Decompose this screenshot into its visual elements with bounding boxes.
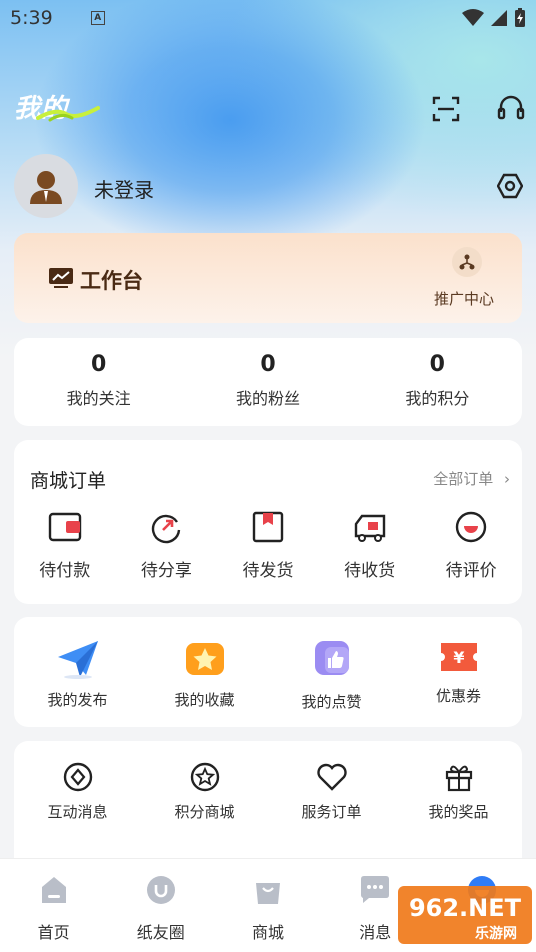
share-icon [152,514,181,544]
mall-orders-card: 商城订单 全部订单 › 待付款 待分享 待发货 待收货 待评价 [14,440,522,604]
tool-my-favorites[interactable]: 我的收藏 [141,617,268,727]
coupon-icon: ¥ [440,643,477,671]
tool-my-posts[interactable]: 我的发布 [14,617,141,727]
sim-icon: A [90,11,105,25]
star-circle-icon [190,762,219,792]
orders-title: 商城订单 [30,470,107,492]
tab-mall[interactable]: 商城 [214,859,321,952]
my-tools-card: 我的发布 我的收藏 我的点赞 ¥ 优惠券 [14,617,522,727]
stat-value: 0 [260,352,276,377]
headset-icon[interactable] [494,92,528,124]
service-interactive-messages[interactable]: 互动消息 [14,761,141,822]
service-my-prizes[interactable]: 我的奖品 [395,761,522,822]
tab-label: 首页 [37,923,70,942]
chart-monitor-icon [49,268,73,288]
tool-label: 我的收藏 [174,691,235,709]
order-pending-review[interactable]: 待评价 [420,510,522,581]
service-label: 互动消息 [47,803,108,821]
all-orders-label: 全部订单 [433,470,494,488]
tool-my-likes[interactable]: 我的点赞 [268,617,395,727]
service-label: 我的奖品 [428,803,489,821]
stat-value: 0 [91,352,107,377]
battery-icon [515,8,525,27]
order-pending-receipt[interactable]: 待收货 [319,510,421,581]
tab-home[interactable]: 首页 [0,859,107,952]
home-icon [41,877,66,903]
wallet-icon [48,512,81,542]
tab-label: 纸友圈 [136,923,185,942]
stat-value: 0 [429,352,445,377]
watermark-logo: 962.NET 乐游网 [398,886,532,944]
scan-icon[interactable] [430,94,462,124]
smile-icon [455,511,487,543]
tool-label: 我的点赞 [301,693,362,711]
order-label: 待收货 [344,561,396,581]
order-label: 待评价 [445,561,497,581]
heart-icon [316,763,347,791]
watermark-text: 962.NET [409,894,522,922]
truck-icon [354,514,385,542]
chevron-right-icon: › [504,470,510,488]
order-label: 待分享 [140,561,192,581]
login-status[interactable]: 未登录 [94,174,154,203]
service-label: 积分商城 [174,803,235,821]
thumbs-up-icon [314,641,349,675]
stat-points[interactable]: 0 我的积分 [353,338,522,426]
star-icon [185,643,224,675]
watermark-sub: 乐游网 [475,925,517,942]
gift-icon [445,765,472,792]
stat-label: 我的关注 [66,389,131,408]
service-orders[interactable]: 服务订单 [268,761,395,822]
diamond-chat-icon [63,762,92,792]
stat-label: 我的粉丝 [235,389,300,408]
promo-center-label[interactable]: 推广中心 [434,288,494,309]
signal-icon [491,10,507,26]
order-pending-share[interactable]: 待分享 [116,510,218,581]
order-label: 待付款 [39,561,91,581]
package-icon [252,511,284,543]
order-pending-payment[interactable]: 待付款 [14,510,116,581]
shopping-bag-icon [256,883,280,904]
message-icon [361,876,390,903]
status-time: 5:39 [10,7,53,29]
tool-label: 优惠券 [435,687,481,705]
circle-icon [146,876,175,904]
tab-paper-circle[interactable]: 纸友圈 [107,859,214,952]
avatar[interactable] [14,154,78,218]
paper-plane-icon [57,641,98,679]
tool-coupons[interactable]: ¥ 优惠券 [395,617,522,727]
service-label: 服务订单 [301,803,362,821]
status-bar: 5:39 A [0,0,536,36]
workbench-card[interactable]: 工作台 推广中心 [14,233,522,323]
order-label: 待发货 [242,561,294,581]
stat-followers[interactable]: 0 我的粉丝 [183,338,352,426]
stats-card: 0 我的关注 0 我的粉丝 0 我的积分 [14,338,522,426]
svg-text:¥: ¥ [453,648,464,667]
wifi-icon [462,9,484,26]
tab-label: 消息 [359,923,392,942]
all-orders-link[interactable]: 全部订单 › [433,468,510,489]
title-swoosh-decoration [36,106,100,122]
stat-label: 我的积分 [405,389,470,408]
tool-label: 我的发布 [47,691,108,709]
workbench-title: 工作台 [80,269,143,293]
stat-following[interactable]: 0 我的关注 [14,338,183,426]
order-pending-shipment[interactable]: 待发货 [217,510,319,581]
promo-center-icon[interactable] [452,247,482,277]
service-points-mall[interactable]: 积分商城 [141,761,268,822]
status-icons [462,8,526,28]
settings-icon[interactable] [496,172,524,200]
tab-label: 商城 [252,923,285,942]
